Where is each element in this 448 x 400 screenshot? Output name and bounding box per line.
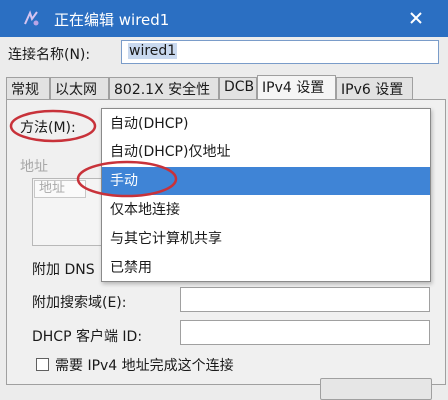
bottom-button[interactable]	[320, 378, 432, 400]
method-option-link-local[interactable]: 仅本地连接	[102, 196, 430, 224]
tab-general[interactable]: 常规	[6, 77, 50, 99]
addresses-column-header: 地址	[34, 180, 86, 198]
method-option-auto-dhcp-address-only[interactable]: 自动(DHCP)仅地址	[102, 138, 430, 166]
connection-name-value: wired1	[128, 43, 178, 59]
tab-ipv6-settings[interactable]: IPv6 设置	[336, 77, 413, 99]
dhcp-client-id-input[interactable]	[180, 320, 430, 345]
tab-ipv4-settings[interactable]: IPv4 设置	[257, 75, 336, 99]
window-title: 正在编辑 wired1	[54, 11, 170, 29]
dns-label: 附加 DNS	[32, 262, 95, 278]
tab-dcb[interactable]: DCB	[219, 77, 257, 99]
checkbox-icon[interactable]	[36, 358, 49, 371]
method-option-shared[interactable]: 与其它计算机共享	[102, 225, 430, 253]
require-ipv4-label: 需要 IPv4 地址完成这个连接	[55, 358, 234, 374]
search-domains-label: 附加搜索域(E):	[32, 295, 127, 311]
dhcp-client-id-label: DHCP 客户端 ID:	[32, 329, 143, 345]
method-option-auto-dhcp[interactable]: 自动(DHCP)	[102, 110, 430, 138]
tab-ethernet[interactable]: 以太网	[50, 77, 109, 99]
close-icon[interactable]	[406, 8, 426, 28]
method-option-manual[interactable]: 手动	[102, 167, 430, 195]
connection-name-input[interactable]: wired1	[121, 40, 439, 64]
network-edit-icon	[24, 10, 39, 26]
method-dropdown-list: 自动(DHCP) 自动(DHCP)仅地址 手动 仅本地连接 与其它计算机共享 已…	[101, 108, 431, 282]
title-bar: 正在编辑 wired1	[0, 0, 448, 37]
method-label: 方法(M):	[20, 120, 76, 136]
addresses-title: 地址	[20, 159, 48, 175]
method-option-disabled[interactable]: 已禁用	[102, 254, 430, 282]
connection-name-label: 连接名称(N):	[8, 47, 91, 63]
tab-8021x-security[interactable]: 802.1X 安全性	[109, 77, 219, 99]
search-domains-input[interactable]	[180, 287, 430, 312]
